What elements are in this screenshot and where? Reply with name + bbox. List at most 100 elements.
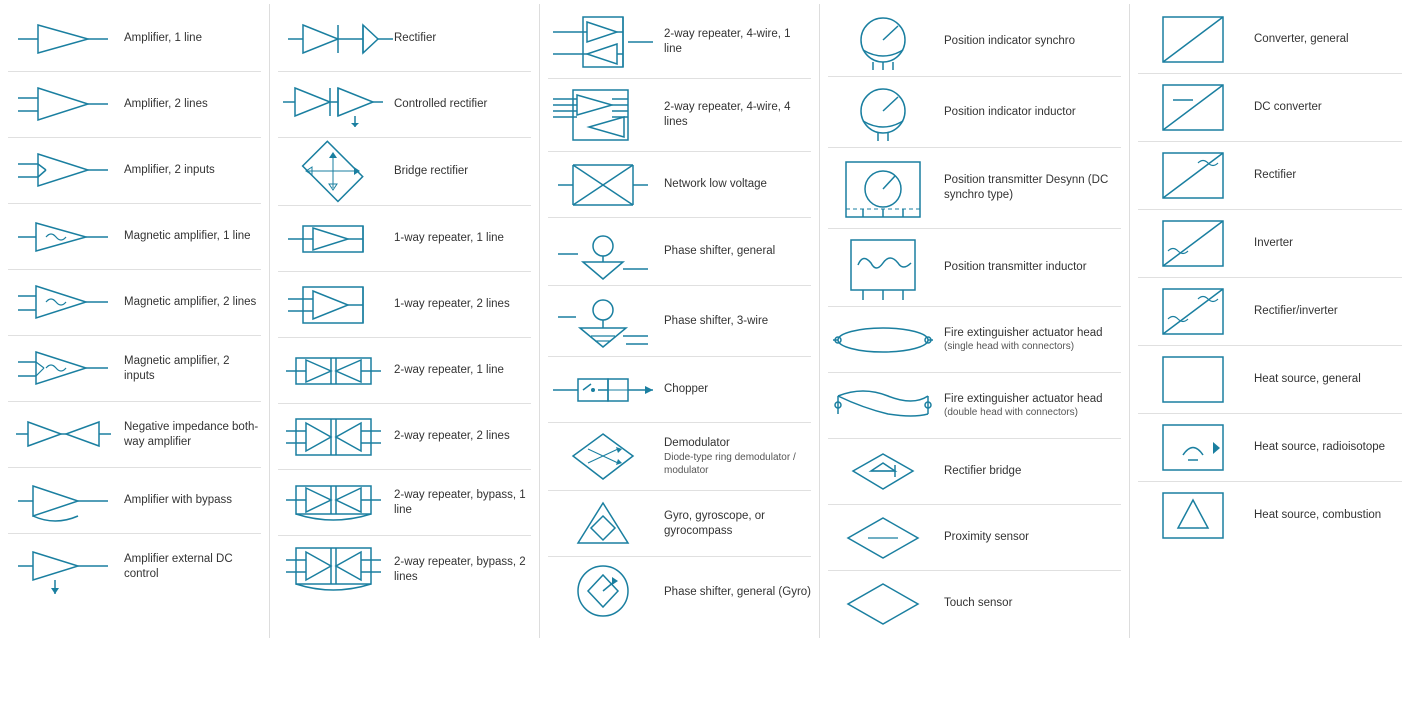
list-item: Fire extinguisher actuator head (double … [820, 373, 1129, 438]
label-posindinductor: Position indicator inductor [938, 105, 1121, 120]
list-item: Controlled rectifier [270, 72, 539, 137]
label-amp2inputs: Amplifier, 2 inputs [118, 163, 261, 178]
symbol-chopper [548, 364, 658, 416]
label-rectifier: Rectifier [388, 31, 531, 46]
symbol-magamp2inputs [8, 346, 118, 391]
label-fireexthead2: Fire extinguisher actuator head (double … [938, 392, 1121, 420]
symbol-repeater1w2l [278, 281, 388, 329]
label-repeater2w1l: 2-way repeater, 1 line [388, 363, 531, 378]
label-ampdc: Amplifier external DC control [118, 552, 261, 582]
list-item: Position transmitter Desynn (DC synchro … [820, 148, 1129, 228]
list-item: Rectifier [270, 6, 539, 71]
list-item: Converter, general [1130, 6, 1410, 73]
label-inverter: Inverter [1248, 236, 1402, 251]
list-item: Bridge rectifier [270, 138, 539, 205]
label-repeater2w2l: 2-way repeater, 2 lines [388, 429, 531, 444]
symbol-bridgerect [278, 144, 388, 199]
list-item: Amplifier, 2 inputs [0, 138, 269, 203]
list-item: Position indicator synchro [820, 6, 1129, 76]
list-item: 2-way repeater, 1 line [270, 338, 539, 403]
column-1: Amplifier, 1 line Amplifier, 2 lines [0, 4, 270, 638]
label-ampbypass: Amplifier with bypass [118, 493, 261, 508]
symbol-netlowv [548, 160, 658, 210]
column-2: Rectifier Controlled rectifier [270, 4, 540, 638]
label-fireexthead1: Fire extinguisher actuator head (single … [938, 326, 1121, 354]
symbol-dcconverter [1138, 80, 1248, 135]
symbol-amp2inputs [8, 148, 118, 193]
list-item: Rectifier bridge [820, 439, 1129, 504]
label-repeater2wbypass2l: 2-way repeater, bypass, 2 lines [388, 555, 531, 585]
label-fireexthead1-sub: (single head with connectors) [944, 340, 1121, 353]
symbol-amp1line [8, 19, 118, 59]
label-convertergen: Converter, general [1248, 32, 1402, 47]
column-4: Position indicator synchro Position indi… [820, 4, 1130, 638]
list-item: Heat source, radioisotope [1130, 414, 1410, 481]
list-item: Chopper [540, 357, 819, 422]
list-item: Phase shifter, general (Gyro) [540, 557, 819, 627]
label-demodulator-sub: Diode-type ring demodulator / modulator [664, 451, 811, 477]
label-bridgerect: Bridge rectifier [388, 164, 531, 179]
label-proxsensor: Proximity sensor [938, 530, 1121, 545]
symbol-fireexthead2 [828, 386, 938, 426]
list-item: Demodulator Diode-type ring demodulator … [540, 423, 819, 490]
list-item: Touch sensor [820, 571, 1129, 636]
list-item: 2-way repeater, 4-wire, 1 line [540, 6, 819, 78]
list-item: 2-way repeater, bypass, 1 line [270, 470, 539, 535]
symbol-gyro [548, 498, 658, 550]
list-item: Rectifier [1130, 142, 1410, 209]
symbol-proxsensor [828, 513, 938, 563]
symbol-phaseshiftgyro [548, 563, 658, 621]
list-item: Heat source, general [1130, 346, 1410, 413]
label-posindsynchro: Position indicator synchro [938, 34, 1121, 49]
label-rep2w4w4l: 2-way repeater, 4-wire, 4 lines [658, 100, 811, 130]
label-chopper: Chopper [658, 382, 811, 397]
label-rectbridge: Rectifier bridge [938, 464, 1121, 479]
list-item: Phase shifter, 3-wire [540, 286, 819, 356]
list-item: Phase shifter, general [540, 218, 819, 285]
label-phaseshiftgen: Phase shifter, general [658, 244, 811, 259]
list-item: 2-way repeater, bypass, 2 lines [270, 536, 539, 603]
symbol-demodulator [548, 429, 658, 484]
list-item: Rectifier/inverter [1130, 278, 1410, 345]
symbol-postransinductor [828, 235, 938, 300]
symbol-rectinverter [1138, 284, 1248, 339]
list-item: Gyro, gyroscope, or gyrocompass [540, 491, 819, 556]
label-postransdesynn: Position transmitter Desynn (DC synchro … [938, 173, 1121, 203]
symbol-repeater2w2l [278, 413, 388, 461]
symbol-heatsourcegen [1138, 352, 1248, 407]
label-magamp2inputs: Magnetic amplifier, 2 inputs [118, 354, 261, 384]
symbol-posindsynchro [828, 12, 938, 70]
symbol-amp2lines [8, 82, 118, 127]
list-item: Proximity sensor [820, 505, 1129, 570]
list-item: Network low voltage [540, 152, 819, 217]
label-rep2w4w1l: 2-way repeater, 4-wire, 1 line [658, 27, 811, 57]
label-postransinductor: Position transmitter inductor [938, 260, 1121, 275]
symbol-convertergen [1138, 12, 1248, 67]
list-item: Magnetic amplifier, 2 inputs [0, 336, 269, 401]
symbol-rep2w4w1l [548, 12, 658, 72]
symbol-repeater2wbypass2l [278, 542, 388, 597]
symbol-heatsourceradio [1138, 420, 1248, 475]
symbol-fireexthead1 [828, 325, 938, 355]
column-5: Converter, general DC converter [1130, 4, 1410, 638]
list-item: 1-way repeater, 2 lines [270, 272, 539, 337]
list-item: Magnetic amplifier, 1 line [0, 204, 269, 269]
symbol-magamp2lines [8, 280, 118, 325]
symbol-ampbypass [8, 476, 118, 526]
symbol-phaseshiftgen [548, 224, 658, 279]
label-negimpedance: Negative impedance both-way amplifier [118, 420, 261, 450]
symbol-heatsourcecomb [1138, 488, 1248, 543]
label-netlowv: Network low voltage [658, 177, 811, 192]
column-3: 2-way repeater, 4-wire, 1 line [540, 4, 820, 638]
symbol-ampdc [8, 544, 118, 589]
label-phaseshift3w: Phase shifter, 3-wire [658, 314, 811, 329]
label-ctrlrectifier: Controlled rectifier [388, 97, 531, 112]
list-item: Inverter [1130, 210, 1410, 277]
list-item: Negative impedance both-way amplifier [0, 402, 269, 467]
symbol-ctrlrectifier [278, 82, 388, 127]
list-item: Position transmitter inductor [820, 229, 1129, 306]
list-item: Amplifier, 2 lines [0, 72, 269, 137]
list-item: Amplifier with bypass [0, 468, 269, 533]
label-phaseshiftgyro: Phase shifter, general (Gyro) [658, 585, 811, 600]
symbol-touchsensor [828, 579, 938, 629]
